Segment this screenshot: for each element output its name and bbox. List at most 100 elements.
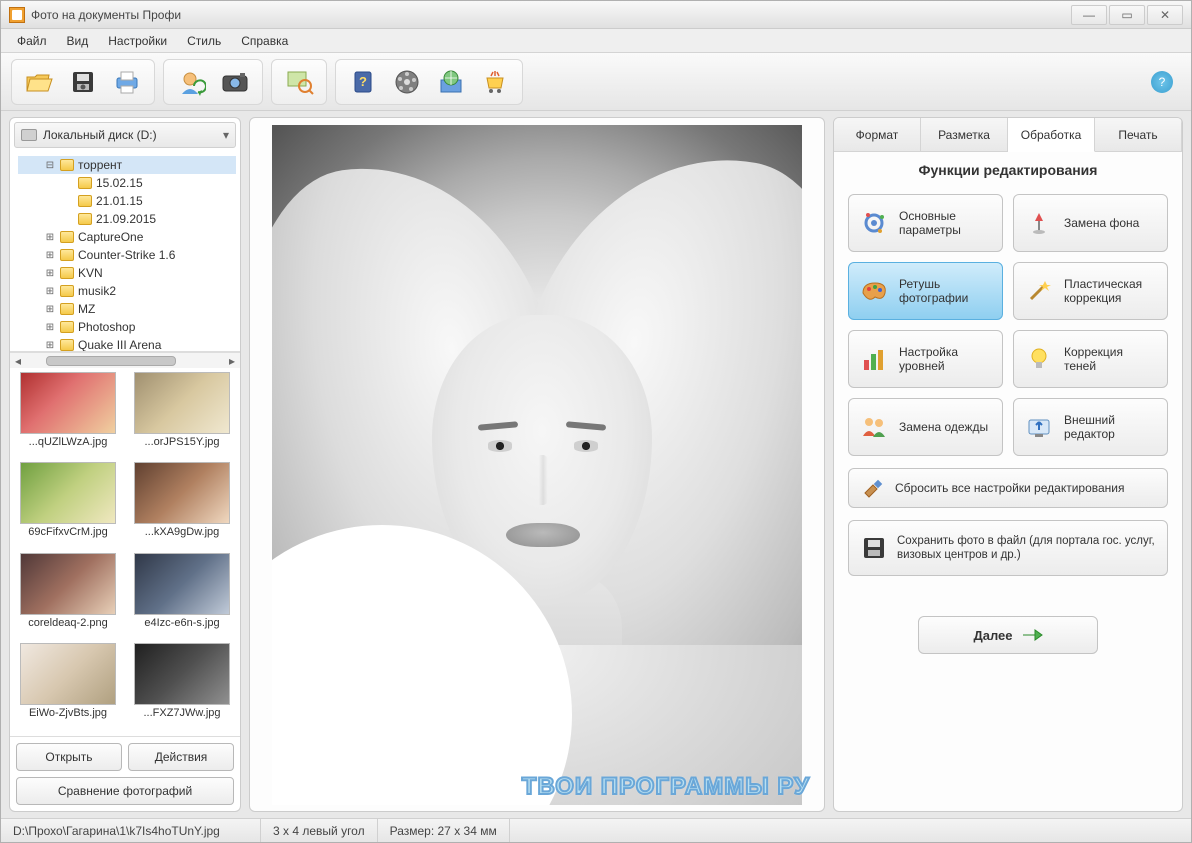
thumbnail-caption: coreldeaq-2.png <box>28 617 108 633</box>
status-path: D:\Прохо\Гагарина\1\k7Is4hoTUnY.jpg <box>1 819 261 842</box>
folder-icon <box>60 285 74 297</box>
compare-row: Сравнение фотографий <box>10 777 240 811</box>
tree-item[interactable]: 21.09.2015 <box>18 210 236 228</box>
levels-button[interactable]: Настройка уровней <box>848 330 1003 388</box>
reset-button[interactable]: Сбросить все настройки редактирования <box>848 468 1168 508</box>
folder-icon <box>60 249 74 261</box>
lamp-icon <box>1024 208 1054 238</box>
retouch-button[interactable]: Ретушь фотографии <box>848 262 1003 320</box>
save-icon[interactable] <box>62 62 104 102</box>
tree-label: Photoshop <box>78 320 135 334</box>
cart-icon[interactable] <box>474 62 516 102</box>
status-size: Размер: 27 x 34 мм <box>378 819 510 842</box>
folder-icon <box>78 213 92 225</box>
statusbar: D:\Прохо\Гагарина\1\k7Is4hoTUnY.jpg 3 x … <box>1 818 1191 842</box>
thumbnail-image <box>20 462 116 524</box>
plastic-button[interactable]: Пластическая коррекция <box>1013 262 1168 320</box>
thumbnail-caption: ...orJPS15Y.jpg <box>144 436 219 452</box>
thumbnail-grid[interactable]: ...qUZlLWzA.jpg ...orJPS15Y.jpg 69cFifxvCr… <box>10 368 240 736</box>
arrow-right-icon <box>1021 626 1043 644</box>
folder-icon <box>60 321 74 333</box>
thumbnail[interactable]: coreldeaq-2.png <box>14 553 122 642</box>
titlebar: Фото на документы Профи — ▭ ✕ <box>1 1 1191 29</box>
edit-grid: Основные параметры Замена фона Ретушь фо… <box>848 194 1168 456</box>
tree-horizontal-scrollbar[interactable]: ◂▸ <box>10 352 240 368</box>
tree-item[interactable]: ⊞Photoshop <box>18 318 236 336</box>
actions-button[interactable]: Действия <box>128 743 234 771</box>
close-button[interactable]: ✕ <box>1147 5 1183 25</box>
shadows-button[interactable]: Коррекция теней <box>1013 330 1168 388</box>
menu-help[interactable]: Справка <box>231 31 298 51</box>
folder-icon <box>60 339 74 351</box>
gear-icon <box>859 208 889 238</box>
thumbnail[interactable]: ...orJPS15Y.jpg <box>128 372 236 461</box>
help-circle-icon[interactable]: ? <box>1151 71 1173 93</box>
thumbnail[interactable]: EiWo-ZjvBts.jpg <box>14 643 122 732</box>
compare-button[interactable]: Сравнение фотографий <box>16 777 234 805</box>
thumbnail[interactable]: ...FXZ7JWw.jpg <box>128 643 236 732</box>
globe-box-icon[interactable] <box>430 62 472 102</box>
replace-bg-button[interactable]: Замена фона <box>1013 194 1168 252</box>
thumbnail-caption: 69cFifxvCrM.jpg <box>28 526 107 542</box>
menu-settings[interactable]: Настройки <box>98 31 177 51</box>
tool-group-file <box>11 59 155 105</box>
tree-item[interactable]: ⊟торрент <box>18 156 236 174</box>
tool-group-preview <box>271 59 327 105</box>
replace-clothes-button[interactable]: Замена одежды <box>848 398 1003 456</box>
folder-icon <box>78 177 92 189</box>
tab-print[interactable]: Печать <box>1095 118 1182 151</box>
left-buttons-row: Открыть Действия <box>10 736 240 777</box>
basic-params-button[interactable]: Основные параметры <box>848 194 1003 252</box>
thumbnail[interactable]: ...qUZlLWzA.jpg <box>14 372 122 461</box>
tree-item[interactable]: ⊞musik2 <box>18 282 236 300</box>
tree-item[interactable]: 21.01.15 <box>18 192 236 210</box>
maximize-button[interactable]: ▭ <box>1109 5 1145 25</box>
tree-item[interactable]: ⊞Quake III Arena <box>18 336 236 352</box>
next-button[interactable]: Далее <box>918 616 1098 654</box>
menu-file[interactable]: Файл <box>7 31 57 51</box>
thumbnail-caption: ...FXZ7JWw.jpg <box>143 707 220 723</box>
print-icon[interactable] <box>106 62 148 102</box>
tree-item[interactable]: ⊞KVN <box>18 264 236 282</box>
photo-preview[interactable] <box>272 125 802 805</box>
menu-view[interactable]: Вид <box>57 31 99 51</box>
tree-item[interactable]: 15.02.15 <box>18 174 236 192</box>
open-button[interactable]: Открыть <box>16 743 122 771</box>
tool-group-photo <box>163 59 263 105</box>
camera-icon[interactable] <box>214 62 256 102</box>
tree-label: 15.02.15 <box>96 176 143 190</box>
disk-icon <box>21 129 37 141</box>
brush-reset-icon <box>861 477 885 499</box>
drive-selector[interactable]: Локальный диск (D:) ▾ <box>14 122 236 148</box>
thumbnail-image <box>134 553 230 615</box>
status-corner: 3 x 4 левый угол <box>261 819 378 842</box>
video-icon[interactable] <box>386 62 428 102</box>
right-panel: Формат Разметка Обработка Печать Функции… <box>833 117 1183 812</box>
tree-item[interactable]: ⊞CaptureOne <box>18 228 236 246</box>
thumbnail[interactable]: e4Izc-e6n-s.jpg <box>128 553 236 642</box>
tree-item[interactable]: ⊞Counter-Strike 1.6 <box>18 246 236 264</box>
tab-markup[interactable]: Разметка <box>921 118 1008 151</box>
wand-icon <box>1024 276 1054 306</box>
svg-text:?: ? <box>359 74 367 89</box>
next-row: Далее <box>848 616 1168 654</box>
menu-style[interactable]: Стиль <box>177 31 231 51</box>
tab-format[interactable]: Формат <box>834 118 921 151</box>
folder-icon <box>60 267 74 279</box>
panel-title: Функции редактирования <box>848 162 1168 178</box>
change-photo-icon[interactable] <box>170 62 212 102</box>
folder-tree[interactable]: ⊟торрент 15.02.15 21.01.1521.09.2015⊞Captu… <box>10 152 240 352</box>
thumbnail[interactable]: 69cFifxvCrM.jpg <box>14 462 122 551</box>
magnify-photo-icon[interactable] <box>278 62 320 102</box>
thumbnail[interactable]: ...kXA9gDw.jpg <box>128 462 236 551</box>
tab-processing[interactable]: Обработка <box>1008 118 1095 152</box>
minimize-button[interactable]: — <box>1071 5 1107 25</box>
tab-bar: Формат Разметка Обработка Печать <box>834 118 1182 152</box>
help-book-icon[interactable]: ? <box>342 62 384 102</box>
thumbnail-image <box>20 643 116 705</box>
save-photo-button[interactable]: Сохранить фото в файл (для портала гос. … <box>848 520 1168 576</box>
external-editor-button[interactable]: Внешний редактор <box>1013 398 1168 456</box>
open-folder-icon[interactable] <box>18 62 60 102</box>
tree-item[interactable]: ⊞MZ <box>18 300 236 318</box>
floppy-icon <box>861 535 887 561</box>
